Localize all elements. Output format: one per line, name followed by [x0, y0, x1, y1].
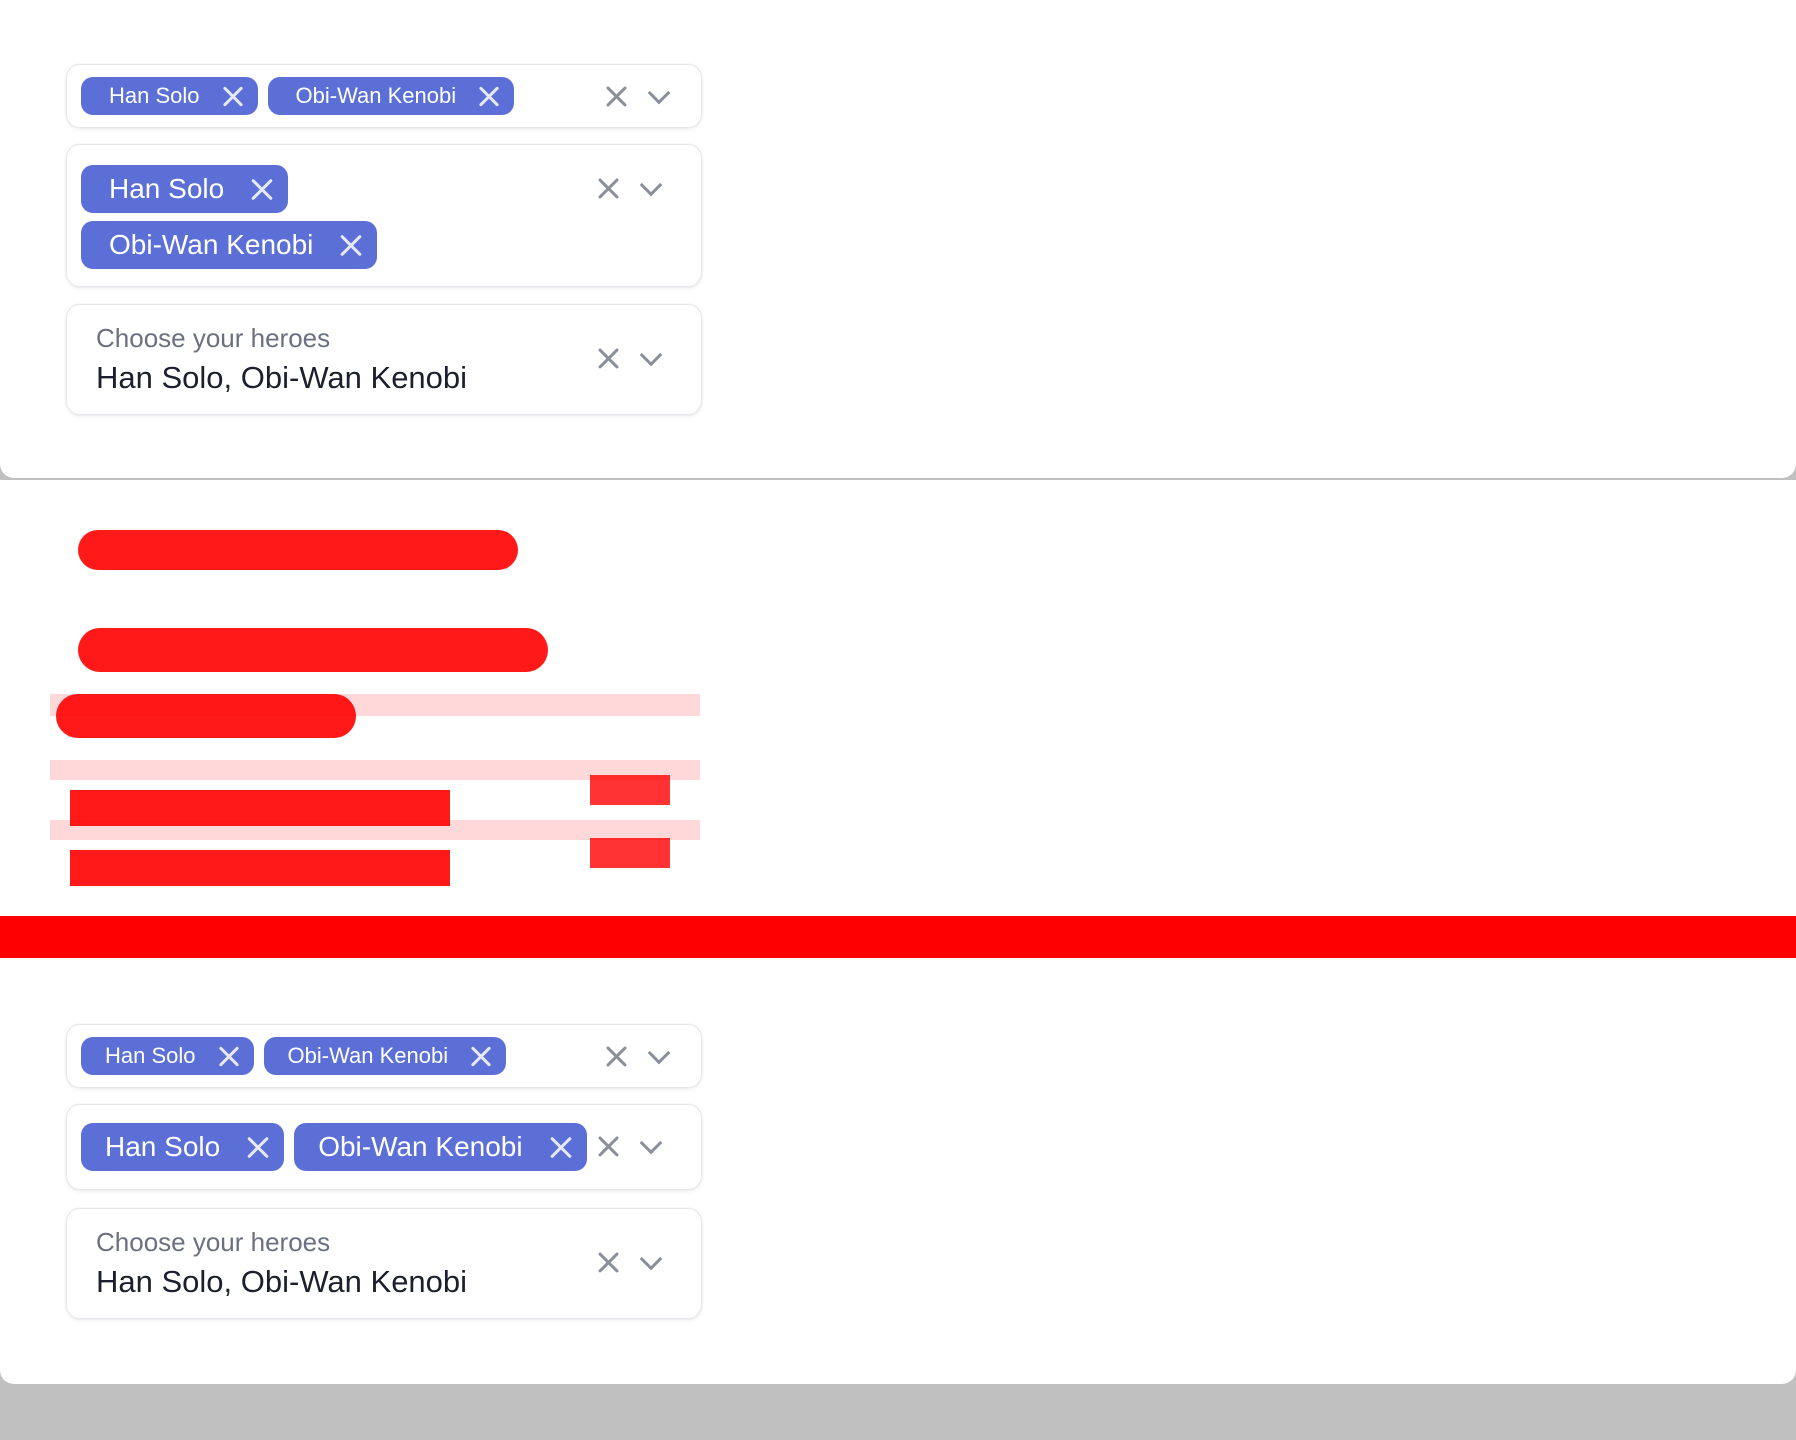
chip-label: Han Solo — [105, 1131, 221, 1162]
chip-label: Han Solo — [109, 83, 200, 108]
multi-select-wrapping[interactable]: Han Solo Obi-Wan Kenobi — [66, 144, 702, 287]
chevron-down-icon[interactable] — [639, 347, 661, 369]
chip-remove-icon[interactable] — [250, 177, 274, 201]
chip-label: Obi-Wan Kenobi — [295, 83, 457, 108]
close-icon[interactable] — [597, 1135, 619, 1157]
field-label: Choose your heroes — [96, 323, 331, 353]
chip-obi-wan-kenobi: Obi-Wan Kenobi — [81, 221, 378, 269]
glitch-artifact — [590, 775, 670, 805]
chip-remove-icon[interactable] — [218, 1045, 240, 1067]
field-value: Han Solo, Obi-Wan Kenobi — [96, 360, 468, 395]
chip-obi-wan-kenobi: Obi-Wan Kenobi — [267, 77, 515, 115]
glitch-artifact — [70, 850, 450, 886]
field-value: Han Solo, Obi-Wan Kenobi — [96, 1264, 468, 1299]
glitch-bar — [0, 916, 1796, 958]
select-with-floating-label[interactable]: Choose your heroes Han Solo, Obi-Wan Ken… — [66, 1208, 702, 1319]
glitched-panel — [0, 480, 1796, 958]
glitch-artifact — [56, 694, 356, 738]
chevron-down-icon[interactable] — [647, 1045, 669, 1067]
chip-label: Obi-Wan Kenobi — [109, 229, 314, 260]
chevron-down-icon[interactable] — [647, 85, 669, 107]
chip-han-solo: Han Solo — [81, 1037, 254, 1075]
close-icon[interactable] — [597, 347, 619, 369]
chevron-down-icon[interactable] — [639, 1251, 661, 1273]
chip-obi-wan-kenobi: Obi-Wan Kenobi — [263, 1037, 507, 1075]
chip-remove-icon[interactable] — [246, 1135, 270, 1159]
glitch-artifact — [78, 628, 548, 672]
chip-label: Han Solo — [105, 1043, 196, 1068]
chip-label: Obi-Wan Kenobi — [318, 1131, 523, 1162]
close-icon[interactable] — [597, 177, 619, 199]
bottom-panel: Han Solo Obi-Wan Kenobi Han Solo Obi-Wan… — [0, 958, 1796, 1384]
chip-remove-icon[interactable] — [222, 85, 244, 107]
close-icon[interactable] — [605, 1045, 627, 1067]
multi-select-inline[interactable]: Han Solo Obi-Wan Kenobi — [66, 1104, 702, 1190]
chip-obi-wan-kenobi: Obi-Wan Kenobi — [294, 1123, 587, 1171]
glitch-artifact — [50, 820, 700, 840]
chip-han-solo: Han Solo — [81, 77, 258, 115]
close-icon[interactable] — [605, 85, 627, 107]
select-with-floating-label[interactable]: Choose your heroes Han Solo, Obi-Wan Ken… — [66, 304, 702, 415]
glitch-artifact — [590, 838, 670, 868]
chip-remove-icon[interactable] — [339, 233, 363, 257]
chip-label: Han Solo — [109, 173, 225, 204]
chevron-down-icon[interactable] — [639, 1135, 661, 1157]
field-label: Choose your heroes — [96, 1227, 331, 1257]
chip-remove-icon[interactable] — [470, 1045, 492, 1067]
multi-select-compact[interactable]: Han Solo Obi-Wan Kenobi — [66, 1024, 702, 1088]
multi-select-compact[interactable]: Han Solo Obi-Wan Kenobi — [66, 64, 702, 128]
chip-remove-icon[interactable] — [478, 85, 500, 107]
close-icon[interactable] — [597, 1251, 619, 1273]
chevron-down-icon[interactable] — [639, 177, 661, 199]
chip-remove-icon[interactable] — [549, 1135, 573, 1159]
chip-han-solo: Han Solo — [81, 165, 289, 213]
chip-han-solo: Han Solo — [81, 1123, 285, 1171]
glitch-artifact — [78, 530, 518, 570]
chip-label: Obi-Wan Kenobi — [287, 1043, 449, 1068]
top-panel: Han Solo Obi-Wan Kenobi Han Solo Obi-Wan… — [0, 0, 1796, 478]
